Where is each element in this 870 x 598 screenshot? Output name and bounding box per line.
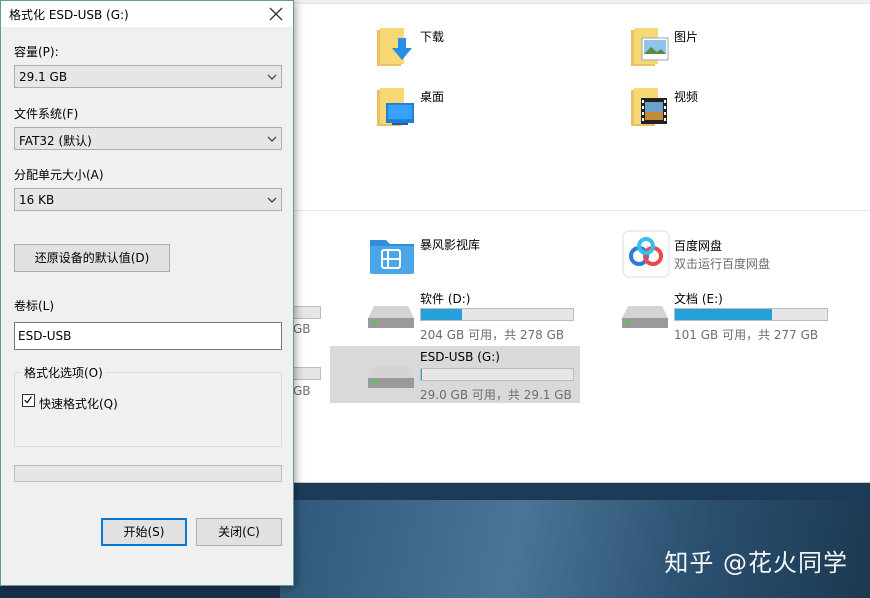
folder-label: 桌面 bbox=[420, 90, 445, 104]
quick-format-checkbox[interactable] bbox=[22, 394, 35, 407]
watermark: 知乎 @花火同学 bbox=[664, 549, 848, 577]
close-button[interactable]: 关闭(C) bbox=[196, 518, 282, 546]
downloads-folder-icon bbox=[377, 28, 412, 66]
hard-drive-icon bbox=[622, 306, 668, 328]
chevron-down-icon bbox=[267, 74, 277, 80]
drive-e[interactable]: 文档 (E:) 101 GB 可用，共 277 GB bbox=[622, 290, 842, 342]
drive-label: 软件 (D:) bbox=[420, 292, 471, 306]
folder-desktop[interactable]: 桌面 bbox=[376, 86, 496, 136]
start-button[interactable]: 开始(S) bbox=[101, 518, 187, 546]
hidden-drive-info: GB bbox=[293, 384, 311, 398]
pictures-folder-icon bbox=[631, 28, 669, 66]
file-explorer-window: 下载 图片 桌面 视频 暴风影视库 百度网盘 双击运行百度网盘 GB GB bbox=[280, 0, 870, 483]
volume-label: 卷标(L) bbox=[14, 299, 55, 313]
folder-pictures[interactable]: 图片 bbox=[630, 26, 750, 76]
chevron-down-icon bbox=[267, 197, 277, 203]
drive-label: ESD-USB (G:) bbox=[420, 350, 500, 364]
desktop-folder-icon bbox=[377, 88, 414, 126]
filesystem-select[interactable]: FAT32 (默认) bbox=[14, 127, 282, 150]
drive-usage-bar bbox=[420, 308, 574, 321]
app-label: 暴风影视库 bbox=[420, 238, 481, 252]
restore-defaults-button[interactable]: 还原设备的默认值(D) bbox=[14, 244, 170, 272]
allocation-select[interactable]: 16 KB bbox=[14, 188, 282, 211]
format-dialog: 格式化 ESD-USB (G:) 容量(P): 29.1 GB 文件系统(F) … bbox=[0, 0, 294, 586]
filesystem-value: FAT32 (默认) bbox=[19, 134, 92, 148]
hard-drive-icon bbox=[368, 306, 414, 328]
section-divider bbox=[280, 210, 870, 211]
capacity-label: 容量(P): bbox=[14, 45, 59, 59]
folder-label: 视频 bbox=[674, 90, 699, 104]
drive-space-info: 101 GB 可用，共 277 GB bbox=[674, 328, 819, 342]
baofeng-icon bbox=[370, 240, 414, 274]
drive-d[interactable]: 软件 (D:) 204 GB 可用，共 278 GB bbox=[368, 290, 588, 342]
capacity-select[interactable]: 29.1 GB bbox=[14, 65, 282, 88]
drive-space-info: 204 GB 可用，共 278 GB bbox=[420, 328, 565, 342]
folder-videos[interactable]: 视频 bbox=[630, 86, 750, 136]
folder-downloads[interactable]: 下载 bbox=[376, 26, 496, 76]
app-baidu-netdisk[interactable]: 百度网盘 双击运行百度网盘 bbox=[622, 230, 822, 280]
quick-format-label[interactable]: 快速格式化(Q) bbox=[39, 395, 118, 412]
format-options-legend: 格式化选项(O) bbox=[21, 364, 106, 381]
baidu-netdisk-icon bbox=[622, 230, 670, 278]
dialog-titlebar[interactable]: 格式化 ESD-USB (G:) bbox=[1, 1, 293, 27]
allocation-value: 16 KB bbox=[19, 193, 55, 207]
drive-g[interactable]: ESD-USB (G:) 29.0 GB 可用，共 29.1 GB bbox=[368, 350, 588, 402]
explorer-top-border bbox=[280, 0, 870, 4]
drive-usage-fill bbox=[421, 309, 463, 320]
allocation-label: 分配单元大小(A) bbox=[14, 168, 104, 182]
chevron-down-icon bbox=[267, 136, 277, 142]
app-subtitle: 双击运行百度网盘 bbox=[674, 257, 771, 271]
format-progress-bar bbox=[14, 465, 282, 482]
folder-label: 下载 bbox=[420, 30, 445, 44]
hidden-drive-bar bbox=[293, 367, 321, 380]
folder-label: 图片 bbox=[674, 30, 699, 44]
videos-folder-icon bbox=[631, 88, 667, 126]
app-label: 百度网盘 bbox=[674, 239, 723, 253]
dialog-title: 格式化 ESD-USB (G:) bbox=[9, 8, 129, 22]
hidden-drive-bar bbox=[293, 306, 321, 319]
close-icon[interactable] bbox=[265, 3, 287, 25]
hidden-drive-info: GB bbox=[293, 322, 311, 336]
hard-drive-icon bbox=[368, 366, 414, 388]
drive-space-info: 29.0 GB 可用，共 29.1 GB bbox=[420, 388, 572, 402]
drive-usage-bar bbox=[420, 368, 574, 381]
capacity-value: 29.1 GB bbox=[19, 70, 68, 84]
drive-usage-fill bbox=[675, 309, 773, 320]
volume-label-input[interactable]: ESD-USB bbox=[14, 322, 282, 350]
checkmark-icon bbox=[24, 396, 32, 404]
app-baofeng[interactable]: 暴风影视库 bbox=[368, 234, 548, 284]
filesystem-label: 文件系统(F) bbox=[14, 107, 79, 121]
drive-usage-bar bbox=[674, 308, 828, 321]
drive-label: 文档 (E:) bbox=[674, 292, 723, 306]
